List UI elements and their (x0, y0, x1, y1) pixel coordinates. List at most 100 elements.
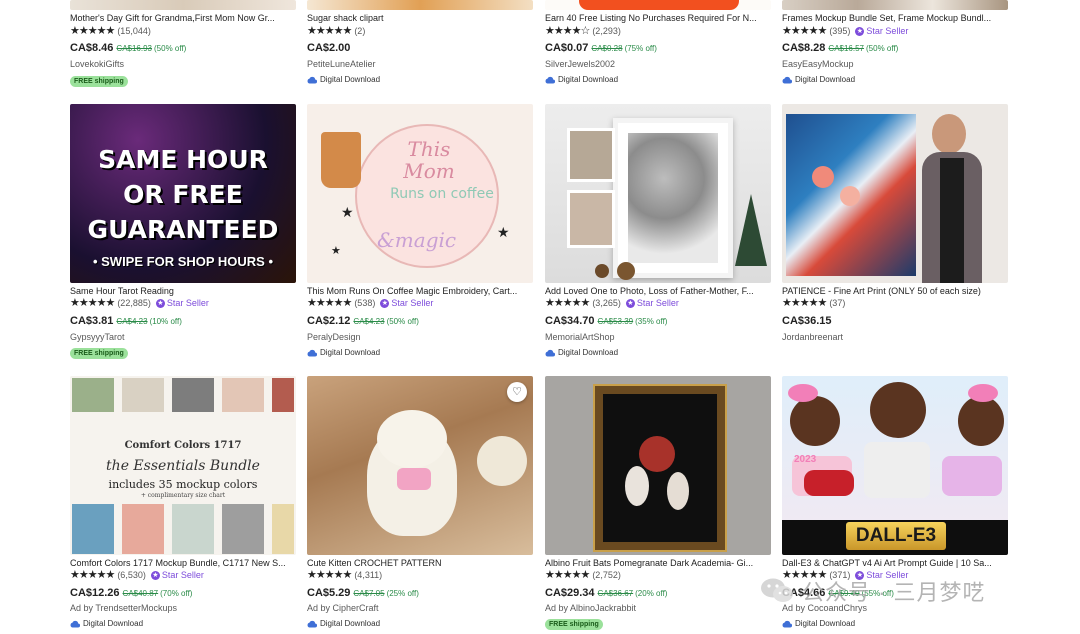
listing-title[interactable]: PATIENCE - Fine Art Print (ONLY 50 of ea… (782, 286, 1008, 297)
price-value: CA$8.28 (782, 42, 826, 54)
listing-rating: ★★★★★ (2) (307, 26, 365, 37)
listing-image[interactable]: ♡ (307, 376, 533, 555)
listing-rating: ★★★★★ (2,752) (545, 570, 621, 581)
free-shipping-badge: FREE shipping (70, 348, 128, 359)
image-text: SAME HOUR (98, 145, 268, 174)
review-count: (3,265) (592, 298, 621, 308)
star-seller-badge: ★ Star Seller (155, 298, 209, 309)
digital-download-label: Digital Download (545, 75, 618, 85)
original-price: CA$4.23 (353, 317, 385, 326)
image-text: includes 35 mockup colors (108, 478, 258, 491)
listing-rating: ★★★★★ (22,885) ★ Star Seller (70, 298, 209, 309)
discount-label: (50% off) (154, 44, 187, 53)
image-text: Comfort Colors 1717 (124, 440, 242, 451)
listing-image[interactable]: SAME HOUR OR FREE GUARANTEED • SWIPE FOR… (70, 104, 296, 283)
listing-image[interactable]: 2023 DALL-E3 (782, 376, 1008, 555)
listing-image[interactable] (782, 104, 1008, 283)
listing-image[interactable] (70, 0, 296, 10)
discount-label: (70% off) (160, 589, 193, 598)
digital-download-text: Digital Download (320, 348, 381, 357)
listing-title[interactable]: Mother's Day Gift for Grandma,First Mom … (70, 13, 296, 24)
listing-price: CA$3.81 CA$4.23 (10% off) (70, 315, 182, 328)
listing-rating: ★★★★★ (15,044) (70, 26, 151, 37)
star-rating-icon: ★★★★★ (70, 25, 115, 37)
shop-name[interactable]: Ad by CipherCraft (307, 603, 379, 614)
listing-title[interactable]: Albino Fruit Bats Pomegranate Dark Acade… (545, 558, 771, 569)
listing-title[interactable]: Earn 40 Free Listing No Purchases Requir… (545, 13, 771, 24)
digital-download-label: Digital Download (70, 619, 143, 629)
price-value: CA$29.34 (545, 587, 595, 599)
shop-name[interactable]: Ad by TrendsetterMockups (70, 603, 177, 614)
digital-download-text: Digital Download (558, 348, 619, 357)
listing-rating: ★★★★★ (6,530) ★ Star Seller (70, 570, 204, 581)
digital-download-text: Digital Download (320, 619, 381, 628)
review-count: (37) (829, 298, 846, 308)
listing-image[interactable] (545, 376, 771, 555)
star-rating-icon: ★★★★★ (782, 25, 827, 37)
listing-price: CA$29.34 CA$36.67 (20% off) (545, 587, 667, 600)
shop-name[interactable]: EasyEasyMockup (782, 59, 854, 70)
listing-image[interactable]: This Mom Runs on coffee &magic ★ ★ ★ (307, 104, 533, 283)
listing-image[interactable] (307, 0, 533, 10)
shop-name[interactable]: MemorialArtShop (545, 332, 615, 343)
digital-download-text: Digital Download (558, 75, 619, 84)
digital-download-label: Digital Download (545, 348, 618, 358)
digital-download-text: Digital Download (795, 75, 856, 84)
shop-name[interactable]: PeralyDesign (307, 332, 361, 343)
listing-image[interactable] (782, 0, 1008, 10)
review-count: (2,752) (592, 570, 621, 580)
listing-title[interactable]: Same Hour Tarot Reading (70, 286, 296, 297)
star-seller-text: Star Seller (166, 298, 209, 308)
star-rating-icon: ★★★★★ (307, 569, 352, 581)
star-rating-icon: ★★★★★ (307, 297, 352, 309)
listing-title[interactable]: Comfort Colors 1717 Mockup Bundle, C1717… (70, 558, 296, 569)
image-text: GUARANTEED (87, 215, 279, 244)
listing-price: CA$36.15 (782, 315, 832, 328)
listing-image[interactable] (545, 104, 771, 283)
digital-download-text: Digital Download (320, 75, 381, 84)
listing-title[interactable]: Dall-E3 & ChatGPT v4 Ai Art Prompt Guide… (782, 558, 1008, 569)
listing-title[interactable]: Add Loved One to Photo, Loss of Father-M… (545, 286, 771, 297)
listing-title[interactable]: Frames Mockup Bundle Set, Frame Mockup B… (782, 13, 1008, 24)
digital-download-label: Digital Download (307, 348, 380, 358)
shop-name[interactable]: PetiteLuneAtelier (307, 59, 376, 70)
review-count: (15,044) (117, 26, 151, 36)
discount-label: (25% off) (386, 589, 419, 598)
listing-rating: ★★★★★ (395) ★ Star Seller (782, 26, 908, 37)
listing-image[interactable] (545, 0, 771, 10)
original-price: CA$16.57 (828, 44, 865, 53)
review-count: (6,530) (117, 570, 146, 580)
shop-name[interactable]: SilverJewels2002 (545, 59, 615, 70)
review-count: (538) (354, 298, 376, 308)
listing-price: CA$0.07 CA$0.28 (75% off) (545, 42, 657, 55)
image-text: OR FREE (123, 180, 243, 209)
image-text: the Essentials Bundle (106, 458, 260, 474)
listing-image[interactable]: Comfort Colors 1717 the Essentials Bundl… (70, 376, 296, 555)
star-rating-icon: ★★★★☆ (545, 25, 590, 37)
image-text: 2023 (794, 454, 817, 465)
star-seller-badge: ★ Star Seller (150, 570, 204, 581)
star-seller-badge-icon: ★ (150, 571, 160, 580)
digital-download-text: Digital Download (83, 619, 144, 628)
listing-price: CA$34.70 CA$53.39 (35% off) (545, 315, 667, 328)
shop-name[interactable]: Jordanbreenart (782, 332, 843, 343)
price-value: CA$34.70 (545, 315, 595, 327)
listing-title[interactable]: Sugar shack clipart (307, 13, 533, 24)
shop-name[interactable]: Ad by AlbinoJackrabbit (545, 603, 636, 614)
favorite-button[interactable]: ♡ (507, 382, 527, 402)
digital-download-label: Digital Download (782, 75, 855, 85)
discount-label: (10% off) (149, 317, 182, 326)
discount-label: (75% off) (624, 44, 657, 53)
shop-name[interactable]: GypsyyyTarot (70, 332, 125, 343)
watermark: 公众号 · 三月梦呓 (760, 574, 1060, 608)
listing-title[interactable]: Cute Kitten CROCHET PATTERN (307, 558, 533, 569)
original-price: CA$36.67 (597, 589, 634, 598)
image-text: &magic (377, 228, 457, 252)
cloud-download-icon (545, 349, 555, 357)
image-text: Mom (403, 159, 455, 183)
cloud-download-icon (782, 620, 792, 628)
review-count: (22,885) (117, 298, 151, 308)
star-rating-icon: ★★★★★ (70, 297, 115, 309)
shop-name[interactable]: LovekokiGifts (70, 59, 124, 70)
listing-title[interactable]: This Mom Runs On Coffee Magic Embroidery… (307, 286, 533, 297)
